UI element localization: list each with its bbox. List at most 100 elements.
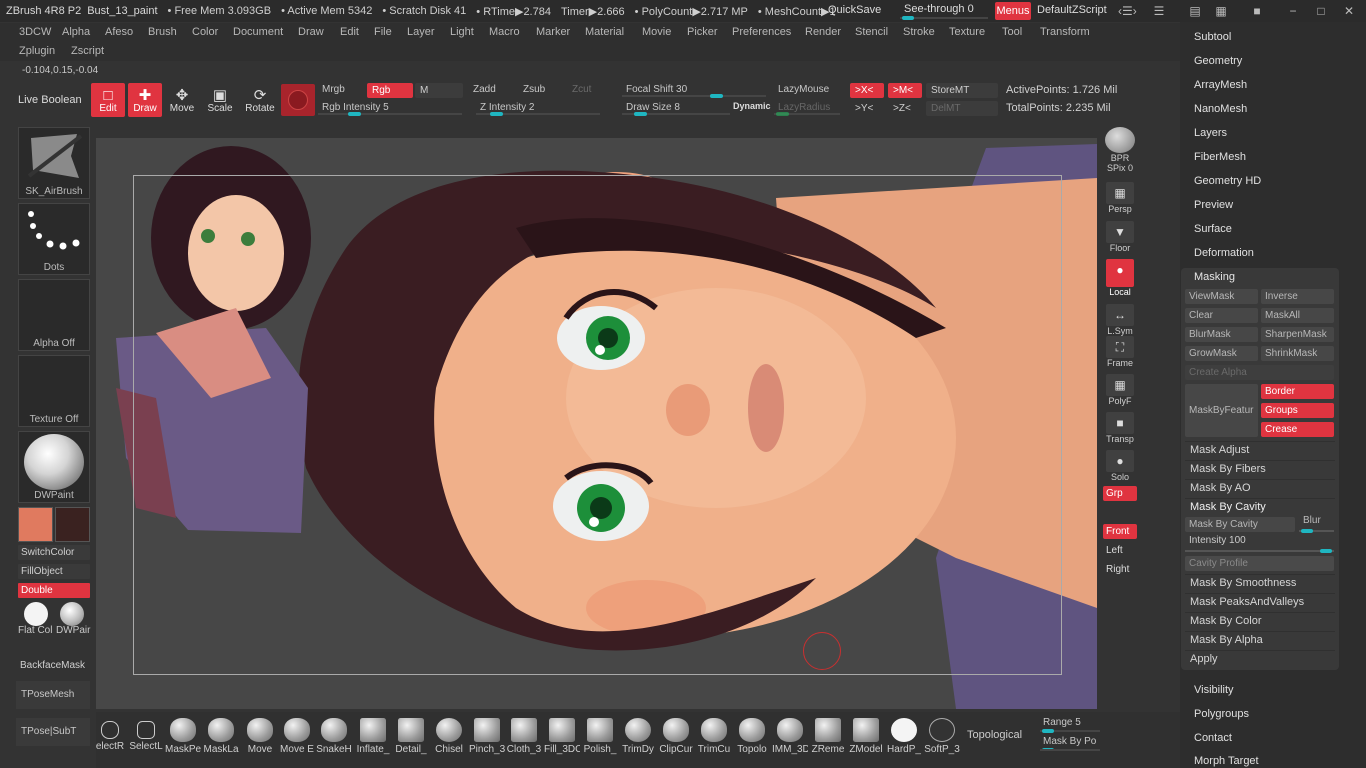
border-toggle[interactable]: Border	[1261, 384, 1334, 399]
delmt-button[interactable]: DelMT	[926, 101, 998, 116]
live-boolean-button[interactable]: Live Boolean	[18, 94, 82, 106]
nanomesh-section[interactable]: NanoMesh	[1194, 103, 1247, 115]
menu-zscript[interactable]: Zscript	[71, 45, 104, 57]
right-view-button[interactable]: Right	[1103, 562, 1137, 577]
brush-slot[interactable]: ClipCur	[658, 718, 694, 755]
polygroups-section[interactable]: Polygroups	[1194, 708, 1249, 720]
menu-picker[interactable]: Picker	[687, 26, 718, 38]
zsub-button[interactable]: Zsub	[523, 84, 545, 95]
shrinkmask-button[interactable]: ShrinkMask	[1261, 346, 1334, 361]
brush-slot[interactable]: HardP_	[886, 718, 922, 755]
brush-slot[interactable]: MaskPe	[165, 718, 201, 755]
slider-knob[interactable]	[1320, 549, 1332, 553]
lock-icon[interactable]: ■	[1248, 3, 1266, 19]
apply-section[interactable]: Apply	[1185, 650, 1335, 667]
dynamic-button[interactable]: Dynamic	[733, 101, 771, 111]
secondary-color-swatch[interactable]	[55, 507, 90, 542]
minimize-icon[interactable]: −	[1284, 3, 1302, 19]
m-button[interactable]: M	[415, 83, 463, 98]
contact-section[interactable]: Contact	[1194, 732, 1232, 744]
z-symmetry-button[interactable]: >Z<	[888, 101, 922, 116]
floor-button[interactable]: ▼ Floor	[1103, 221, 1137, 253]
slider-knob[interactable]	[1042, 748, 1054, 749]
mask-by-cavity-section[interactable]: Mask By Cavity	[1185, 498, 1335, 515]
alpha-selector[interactable]: Alpha Off	[18, 279, 90, 351]
brush-slot[interactable]: SelectL	[128, 718, 164, 752]
focal-shift-slider[interactable]: Focal Shift 30	[622, 82, 766, 98]
storemt-button[interactable]: StoreMT	[926, 83, 998, 98]
menu-tool[interactable]: Tool	[1002, 26, 1022, 38]
color-sphere-button[interactable]	[281, 84, 315, 116]
fibermesh-section[interactable]: FiberMesh	[1194, 151, 1246, 163]
brush-slot[interactable]: Inflate_	[355, 718, 391, 755]
see-through-slider[interactable]: See-through 0	[900, 3, 988, 20]
groups-toggle[interactable]: Groups	[1261, 403, 1334, 418]
slider-knob[interactable]	[776, 112, 789, 116]
slider-knob[interactable]	[634, 112, 647, 116]
brush-slot[interactable]: IMM_3D	[772, 718, 808, 755]
brush-slot[interactable]: Polish_	[582, 718, 618, 755]
menu-alpha[interactable]: Alpha	[62, 26, 90, 38]
brush-slot[interactable]: Fill_3DC	[544, 718, 580, 755]
x-symmetry-button[interactable]: >X<	[850, 83, 884, 98]
front-view-button[interactable]: Front	[1103, 524, 1137, 539]
brush-slot[interactable]: electR	[92, 718, 128, 752]
y-symmetry-button[interactable]: >Y<	[850, 101, 884, 116]
backface-mask-button[interactable]: BackfaceMask	[20, 660, 85, 671]
masking-title[interactable]: Masking	[1194, 271, 1235, 283]
zadd-button[interactable]: Zadd	[473, 84, 496, 95]
geometry-hd-section[interactable]: Geometry HD	[1194, 175, 1261, 187]
range-slider[interactable]: Range 5	[1040, 717, 1100, 733]
blurmask-button[interactable]: BlurMask	[1185, 327, 1258, 342]
scale-button[interactable]: ▣ Scale	[203, 83, 237, 117]
flat-color-icon[interactable]	[24, 602, 48, 626]
z-intensity-slider[interactable]: Z Intensity 2	[476, 100, 600, 116]
morph-target-section[interactable]: Morph Target	[1194, 755, 1259, 767]
bpr-button[interactable]: BPR	[1103, 127, 1137, 163]
left-view-button[interactable]: Left	[1103, 543, 1137, 558]
local-button[interactable]: ● Local	[1103, 259, 1137, 297]
menu-file[interactable]: File	[374, 26, 392, 38]
brush-selector[interactable]: SK_AirBrush	[18, 127, 90, 199]
grp-button[interactable]: Grp	[1103, 486, 1137, 501]
slider-knob[interactable]	[710, 94, 723, 98]
slider-knob[interactable]	[902, 16, 914, 20]
solo-button[interactable]: ● Solo	[1103, 450, 1137, 482]
intensity-slider[interactable]: Intensity 100	[1185, 535, 1334, 553]
mask-by-fibers-section[interactable]: Mask By Fibers	[1185, 460, 1335, 477]
move-button[interactable]: ✥ Move	[165, 83, 199, 117]
maskbyfeature-button[interactable]: MaskByFeatur	[1185, 384, 1258, 437]
layout-icon[interactable]: ▤	[1186, 3, 1204, 19]
brush-slot[interactable]: Move E	[279, 718, 315, 755]
persp-button[interactable]: ▦ Persp	[1103, 182, 1137, 214]
menu-stencil[interactable]: Stencil	[855, 26, 888, 38]
growmask-button[interactable]: GrowMask	[1185, 346, 1258, 361]
slider-knob[interactable]	[348, 112, 361, 116]
menu-texture[interactable]: Texture	[949, 26, 985, 38]
rgb-intensity-slider[interactable]: Rgb Intensity 5	[318, 100, 462, 116]
tpose-mesh-button[interactable]: TPoseMesh	[16, 681, 90, 709]
menu-movie[interactable]: Movie	[642, 26, 671, 38]
quicksave-button[interactable]: QuickSave	[828, 4, 881, 16]
layout-icon[interactable]: ▦	[1212, 3, 1230, 19]
lsym-button[interactable]: ↔ L.Sym	[1103, 304, 1137, 336]
draw-button[interactable]: ✚ Draw	[128, 83, 162, 117]
zcut-button[interactable]: Zcut	[572, 84, 591, 95]
brush-slot[interactable]: Move	[242, 718, 278, 755]
brush-slot[interactable]: TrimDy	[620, 718, 656, 755]
brush-slot[interactable]: Detail_	[393, 718, 429, 755]
menu-document[interactable]: Document	[233, 26, 283, 38]
topological-button[interactable]: Topological	[967, 729, 1022, 741]
menu-zplugin[interactable]: Zplugin	[19, 45, 55, 57]
surface-section[interactable]: Surface	[1194, 223, 1232, 235]
menu-draw[interactable]: Draw	[298, 26, 324, 38]
menus-button[interactable]: Menus	[995, 2, 1031, 20]
preview-section[interactable]: Preview	[1194, 199, 1233, 211]
main-color-swatch[interactable]	[18, 507, 53, 542]
fill-object-button[interactable]: FillObject	[18, 564, 90, 579]
m-symmetry-button[interactable]: >M<	[888, 83, 922, 98]
brush-slot[interactable]: Cloth_3	[506, 718, 542, 755]
layout-icon[interactable]: ‹☰›	[1118, 3, 1137, 19]
layers-section[interactable]: Layers	[1194, 127, 1227, 139]
spix-slider[interactable]: SPix 0	[1103, 163, 1137, 173]
